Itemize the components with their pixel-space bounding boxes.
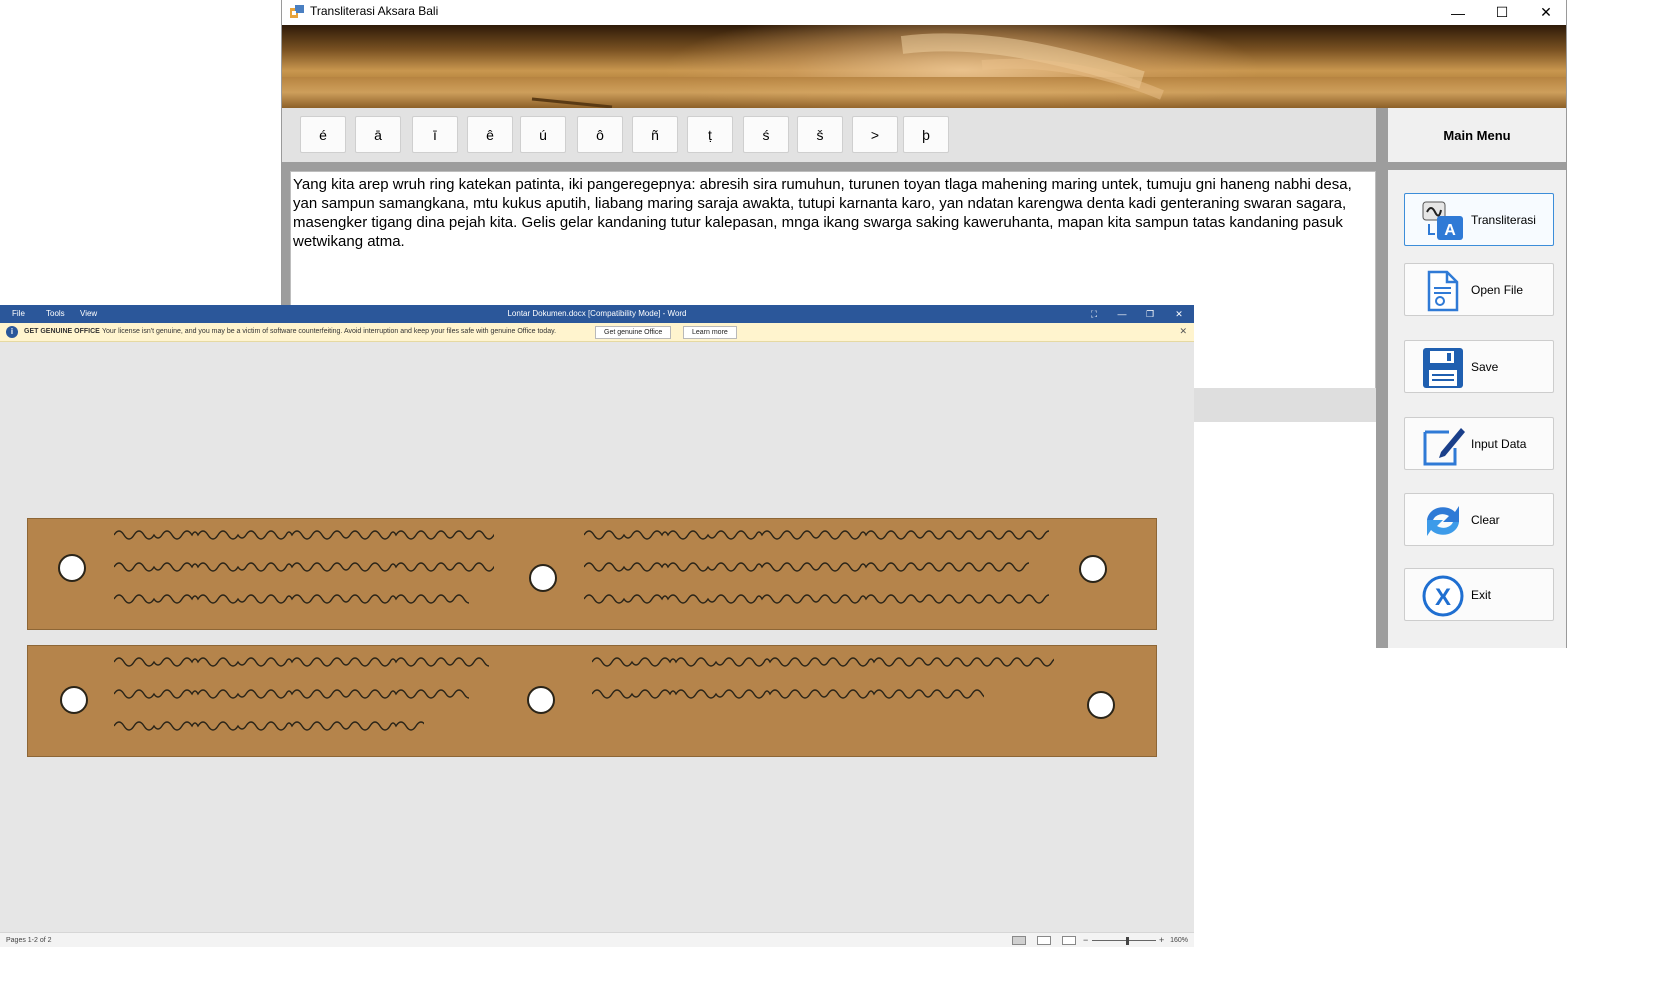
char-button-o-circ[interactable]: ô [577, 116, 623, 153]
edit-icon [1423, 428, 1465, 466]
output-area[interactable] [1190, 422, 1376, 648]
char-button-thorn[interactable]: þ [903, 116, 949, 153]
char-button-greater[interactable]: > [852, 116, 898, 153]
transliterate-icon: A [1422, 201, 1463, 240]
exit-label: Exit [1471, 587, 1492, 602]
char-button-s-acute[interactable]: ś [743, 116, 789, 153]
warning-heading: GET GENUINE OFFICE [24, 328, 100, 335]
save-icon [1423, 348, 1463, 388]
app-icon [290, 5, 304, 18]
maximize-button[interactable]: ☐ [1480, 0, 1524, 25]
balinese-script-line [114, 657, 489, 667]
word-title-bar: File Tools View Lontar Dokumen.docx [Com… [0, 305, 1194, 323]
close-button[interactable]: ✕ [1524, 0, 1568, 25]
char-button-e-circ[interactable]: ê [467, 116, 513, 153]
open-file-label: Open File [1471, 282, 1524, 297]
char-button-i-macron[interactable]: ī [412, 116, 458, 153]
balinese-script-line [114, 562, 494, 572]
char-button-u-acute[interactable]: ú [520, 116, 566, 153]
title-bar: Transliterasi Aksara Bali — ☐ ✕ [282, 0, 1566, 25]
genuine-office-warning: i GET GENUINE OFFICE Your license isn't … [0, 323, 1194, 342]
refresh-icon [1427, 506, 1459, 536]
balinese-script-line [584, 530, 1049, 540]
char-button-a-macron[interactable]: ā [355, 116, 401, 153]
word-minimize-button[interactable]: — [1115, 307, 1129, 321]
main-menu-title: Main Menu [1443, 127, 1511, 143]
balinese-script-line [114, 721, 424, 731]
zoom-slider-thumb[interactable] [1126, 937, 1129, 945]
panel-splitter [1376, 108, 1388, 648]
save-label: Save [1471, 359, 1499, 374]
binding-hole [1087, 691, 1115, 719]
transliterasi-button[interactable]: A Transliterasi [1404, 193, 1554, 246]
input-data-button[interactable]: Input Data [1404, 417, 1554, 470]
banner-decoration [531, 33, 1164, 108]
input-data-label: Input Data [1471, 436, 1527, 451]
zoom-out-icon[interactable]: − [1083, 935, 1088, 945]
clear-label: Clear [1471, 512, 1500, 527]
exit-icon: X [1422, 575, 1464, 617]
exit-button[interactable]: X Exit [1404, 568, 1554, 621]
get-genuine-office-button[interactable]: Get genuine Office [595, 326, 672, 339]
page-count: Pages 1-2 of 2 [6, 937, 52, 944]
word-restore-button[interactable]: ❐ [1143, 307, 1157, 321]
special-character-bar: é ā ī ê ú ô ñ ṭ ś š > þ [282, 108, 1376, 162]
svg-text:A: A [1444, 222, 1456, 239]
minimize-button[interactable]: — [1436, 0, 1480, 25]
char-button-t-dot[interactable]: ṭ [687, 116, 733, 153]
transliterasi-label: Transliterasi [1471, 212, 1536, 227]
print-layout-icon[interactable] [1037, 936, 1051, 945]
binding-hole [1079, 555, 1107, 583]
warning-close-icon[interactable]: ✕ [1179, 326, 1187, 337]
read-mode-icon[interactable] [1012, 936, 1026, 945]
learn-more-button[interactable]: Learn more [683, 326, 737, 339]
svg-text:X: X [1435, 584, 1451, 611]
word-fullscreen-icon[interactable]: ⛶ [1087, 307, 1101, 321]
file-icon [1427, 270, 1459, 312]
warning-message: Your license isn't genuine, and you may … [102, 328, 557, 335]
menu-separator [1388, 162, 1566, 170]
balinese-script-line [584, 562, 1029, 572]
char-button-e-acute[interactable]: é [300, 116, 346, 153]
word-close-button[interactable]: ✕ [1172, 307, 1186, 321]
char-button-s-caron[interactable]: š [797, 116, 843, 153]
lontar-leaf-1 [27, 518, 1157, 630]
balinese-script-line [584, 594, 1049, 604]
balinese-script-line [114, 594, 469, 604]
binding-hole [529, 564, 557, 592]
lontar-leaf-2 [27, 645, 1157, 757]
save-button[interactable]: Save [1404, 340, 1554, 393]
info-icon: i [6, 326, 18, 338]
balinese-script-line [114, 689, 469, 699]
web-layout-icon[interactable] [1062, 936, 1076, 945]
binding-hole [58, 554, 86, 582]
zoom-in-icon[interactable]: + [1159, 935, 1164, 945]
left-border [282, 171, 290, 306]
word-window: File Tools View Lontar Dokumen.docx [Com… [0, 305, 1194, 947]
binding-hole [527, 686, 555, 714]
zoom-level[interactable]: 160% [1170, 937, 1188, 944]
output-strip [1190, 388, 1376, 422]
header-banner-image [282, 25, 1566, 108]
binding-hole [60, 686, 88, 714]
balinese-script-line [592, 657, 1054, 667]
open-file-button[interactable]: Open File [1404, 263, 1554, 316]
clear-button[interactable]: Clear [1404, 493, 1554, 546]
divider [282, 162, 1376, 171]
main-menu-panel: Main Menu A Transliterasi Open File Save… [1388, 108, 1566, 648]
window-title: Transliterasi Aksara Bali [310, 4, 439, 18]
zoom-slider[interactable] [1092, 940, 1156, 941]
balinese-script-line [114, 530, 494, 540]
char-button-n-tilde[interactable]: ñ [632, 116, 678, 153]
word-document-title: Lontar Dokumen.docx [Compatibility Mode]… [507, 309, 687, 318]
word-status-bar: Pages 1-2 of 2 − + 160% [0, 932, 1194, 947]
balinese-script-line [592, 689, 984, 699]
